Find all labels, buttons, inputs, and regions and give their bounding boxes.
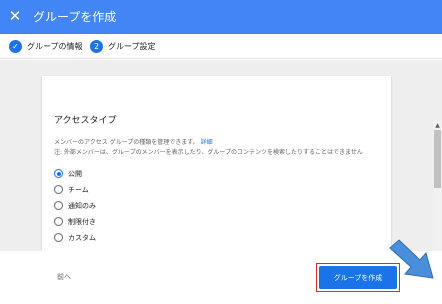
radio-button[interactable] [54,169,63,178]
scroll-thumb[interactable] [434,130,441,188]
step-group-info[interactable]: ✓ グループの情報 [9,39,83,54]
radio-option-custom[interactable]: カスタム [54,232,96,243]
content-area: アクセスタイプ メンバーのアクセス グループの種類を管理できます。 詳細 注: … [0,60,442,251]
app-header: ✕ グループを作成 [0,0,442,34]
step-number: 2 [90,40,103,53]
radio-button[interactable] [54,185,63,194]
page-title: グループを作成 [33,10,117,24]
step-label: グループの情報 [27,42,83,51]
check-icon: ✓ [9,40,22,53]
section-description: メンバーのアクセス グループの種類を管理できます。 詳細 [54,137,213,146]
radio-option-public[interactable]: 公開 [54,168,82,179]
option-label: 公開 [68,169,82,178]
option-label: 制限付き [68,217,96,226]
external-members-note: 注: 外部メンバーは、グループのメンバーを表示したり、グループのコンテンツを検索… [54,149,363,156]
annotation-arrow-icon [389,239,434,279]
option-label: 通知のみ [68,201,96,210]
stepper: ✓ グループの情報 2 グループ設定 [0,34,442,59]
radio-button[interactable] [54,233,63,242]
access-type-card: アクセスタイプ メンバーのアクセス グループの種類を管理できます。 詳細 注: … [42,76,391,251]
radio-option-team[interactable]: チーム [54,184,89,195]
radio-option-announcement-only[interactable]: 通知のみ [54,200,96,211]
dialog-footer: 前へ グループを作成 [0,251,442,304]
scrollbar[interactable]: ▲ ▼ [433,120,442,251]
back-button[interactable]: 前へ [57,272,71,282]
learn-more-link[interactable]: 詳細 [201,139,213,146]
radio-button[interactable] [54,217,63,226]
step-label: グループ設定 [108,42,156,51]
scroll-up-icon[interactable]: ▲ [433,122,442,129]
section-title: アクセスタイプ [54,116,117,126]
close-icon[interactable]: ✕ [7,7,23,25]
radio-option-restricted[interactable]: 制限付き [54,216,96,227]
step-group-settings[interactable]: 2 グループ設定 [90,39,156,54]
description-text: メンバーのアクセス グループの種類を管理できます。 [54,139,199,146]
option-label: カスタム [68,233,96,242]
option-label: チーム [68,185,89,194]
radio-button[interactable] [54,201,63,210]
